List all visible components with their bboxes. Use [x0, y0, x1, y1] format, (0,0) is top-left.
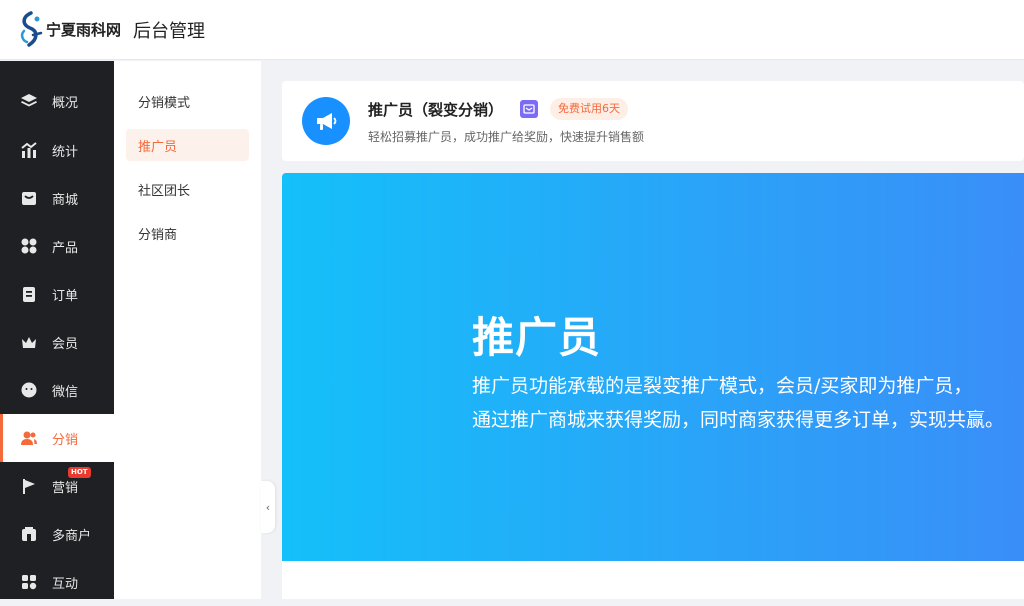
content-area	[282, 561, 1024, 599]
promo-banner: 推广员 推广员功能承载的是裂变推广模式，会员/买家即为推广员， 通过推广商城来获…	[282, 173, 1024, 561]
sub-navigation: 分销模式 推广员 社区团长 分销商	[114, 61, 261, 599]
chart-icon	[20, 141, 38, 159]
sidebar-item-label: 多商户	[52, 528, 92, 544]
hot-badge: HOT	[68, 467, 91, 478]
chat-icon	[20, 381, 38, 399]
logo[interactable]: 宁夏雨科网	[18, 10, 122, 49]
sidebar-item-label: 概况	[52, 95, 79, 111]
sidebar-item-store[interactable]: 商城	[0, 174, 114, 222]
sidebar-item-label: 互动	[52, 576, 79, 592]
feature-info-card: 推广员（裂变分销） 免费试用6天 轻松招募推广员，成功推广给奖励，快速提升销售额	[282, 81, 1024, 161]
app-title: 后台管理	[133, 20, 206, 42]
trial-badge: 免费试用6天	[550, 98, 628, 120]
collapse-sidebar-button[interactable]: ‹	[261, 481, 275, 533]
feature-description: 轻松招募推广员，成功推广给奖励，快速提升销售额	[368, 130, 645, 144]
clipboard-icon	[20, 285, 38, 303]
layers-icon	[20, 92, 38, 110]
banner-description-line: 通过推广商城来获得奖励，同时商家获得更多订单，实现共赢。	[472, 409, 1005, 431]
subnav-item-distribution-mode[interactable]: 分销模式	[126, 85, 249, 117]
sidebar-item-label: 营销	[52, 480, 79, 496]
sidebar-item-label: 商城	[52, 192, 79, 208]
top-bar: 宁夏雨科网 后台管理	[0, 0, 1024, 60]
logo-icon	[20, 10, 43, 47]
sidebar-item-orders[interactable]: 订单	[0, 270, 114, 318]
feature-title: 推广员（裂变分销）	[368, 101, 504, 119]
crown-icon	[20, 333, 38, 351]
sidebar-item-label: 订单	[52, 288, 79, 304]
apps-icon	[20, 573, 38, 591]
sidebar-item-products[interactable]: 产品	[0, 222, 114, 270]
sidebar-item-label: 会员	[52, 336, 79, 352]
sidebar-item-marketing[interactable]: 营销 HOT	[0, 462, 114, 510]
subnav-item-distributor[interactable]: 分销商	[126, 217, 249, 249]
vip-icon	[520, 100, 538, 118]
subnav-item-community-leader[interactable]: 社区团长	[126, 173, 249, 205]
sidebar-item-stats[interactable]: 统计	[0, 126, 114, 174]
sidebar-item-wechat[interactable]: 微信	[0, 366, 114, 414]
store-icon	[20, 189, 38, 207]
sidebar-item-label: 微信	[52, 384, 79, 400]
sidebar-item-label: 分销	[52, 432, 79, 448]
users-icon	[20, 429, 38, 447]
banner-title: 推广员	[472, 313, 602, 362]
grid-icon	[20, 237, 38, 255]
sidebar-item-label: 产品	[52, 240, 79, 256]
sidebar-item-distribution[interactable]: 分销	[0, 414, 114, 462]
shop-icon	[20, 525, 38, 543]
subnav-item-promoter[interactable]: 推广员	[126, 129, 249, 161]
banner-description-line: 推广员功能承载的是裂变推广模式，会员/买家即为推广员，	[472, 375, 973, 397]
logo-text: 宁夏雨科网	[46, 21, 122, 39]
chevron-left-icon: ‹	[265, 500, 271, 514]
sidebar-item-label: 统计	[52, 144, 79, 160]
sidebar-item-members[interactable]: 会员	[0, 318, 114, 366]
sidebar-item-multi-merchant[interactable]: 多商户	[0, 510, 114, 558]
flag-icon	[20, 477, 38, 495]
sidebar-item-overview[interactable]: 概况	[0, 77, 114, 125]
megaphone-icon	[302, 97, 350, 145]
sidebar: 概况 统计 商城 产品 订单 会员 微信 分销 营销 HOT 多商户 互动	[0, 61, 114, 599]
